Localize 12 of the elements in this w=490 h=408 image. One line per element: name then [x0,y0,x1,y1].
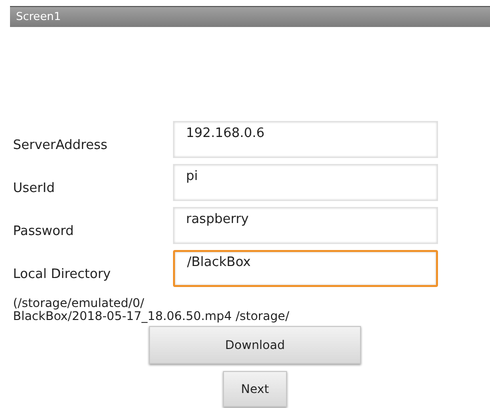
field-label: ServerAddress [12,137,108,153]
field-label: UserId [12,180,56,196]
input-field[interactable]: pi [173,164,438,201]
download-button[interactable]: Download [149,326,361,364]
next-button[interactable]: Next [223,371,287,407]
input-field[interactable]: /BlackBox [173,250,438,287]
field-label: Local Directory [12,266,112,282]
input-field[interactable]: raspberry [173,207,438,244]
field-label: Password [12,223,75,239]
input-field[interactable]: 192.168.0.6 [173,121,438,158]
path-text: (/storage/emulated/0/ BlackBox/2018-05-17_18.06.50.mp4 /storage/ [12,297,290,323]
title-bar: Screen1 [10,6,490,27]
